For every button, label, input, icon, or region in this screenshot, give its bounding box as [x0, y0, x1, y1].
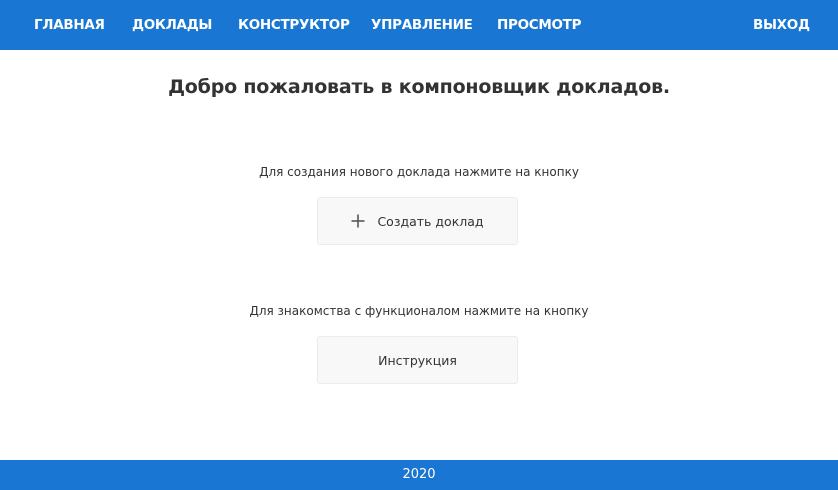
footer: 2020	[0, 460, 838, 490]
nav-item-home[interactable]: ГЛАВНАЯ	[34, 0, 105, 50]
plus-icon	[351, 214, 365, 228]
create-prompt-text: Для создания нового доклада нажмите на к…	[259, 165, 579, 179]
nav-item-management[interactable]: УПРАВЛЕНИЕ	[371, 0, 473, 50]
instruction-button-label: Инструкция	[378, 352, 457, 368]
create-report-button[interactable]: Создать доклад	[317, 197, 518, 245]
nav-item-reports[interactable]: ДОКЛАДЫ	[132, 0, 212, 50]
nav-item-logout[interactable]: ВЫХОД	[753, 0, 810, 50]
nav-item-constructor[interactable]: КОНСТРУКТОР	[238, 0, 350, 50]
help-prompt-text: Для знакомства с функционалом нажмите на…	[249, 304, 589, 318]
instruction-button[interactable]: Инструкция	[317, 336, 518, 384]
footer-year: 2020	[402, 467, 436, 482]
page-title: Добро пожаловать в компоновщик докладов.	[168, 76, 670, 98]
create-report-button-label: Создать доклад	[377, 213, 484, 229]
top-navbar: ГЛАВНАЯ ДОКЛАДЫ КОНСТРУКТОР УПРАВЛЕНИЕ П…	[0, 0, 838, 50]
nav-item-view[interactable]: ПРОСМОТР	[497, 0, 582, 50]
